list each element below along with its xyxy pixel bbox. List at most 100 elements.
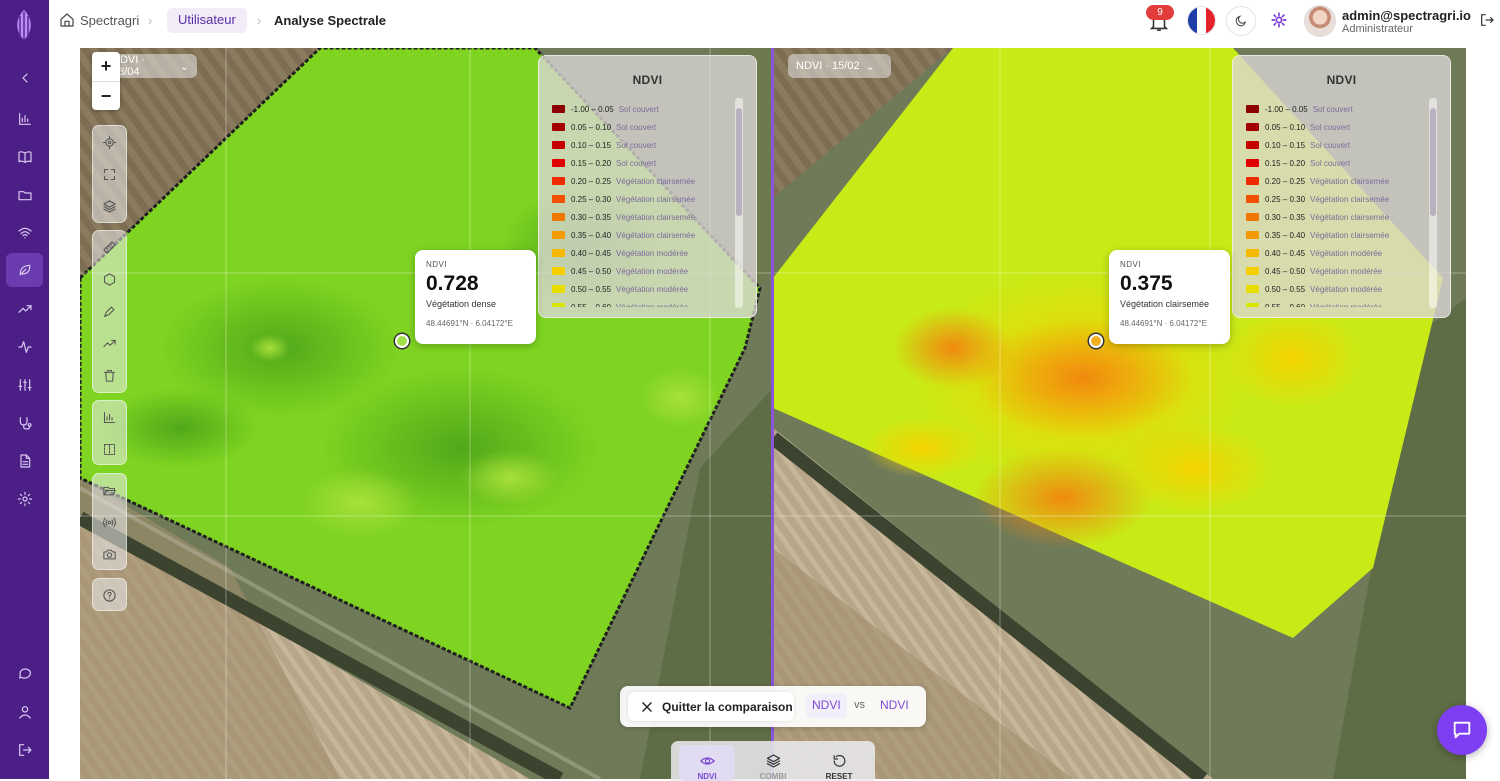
activity-icon[interactable] bbox=[11, 333, 38, 360]
legend-row: 0.30 – 0.35 Végétation clairsemée bbox=[552, 208, 732, 226]
legend-range: 0.35 – 0.40 bbox=[1265, 230, 1306, 240]
tooltip-value: 0.728 bbox=[426, 272, 479, 295]
sensor-button[interactable] bbox=[93, 506, 126, 538]
legend-list[interactable]: -1.00 – 0.05 Sol couvert 0.05 – 0.10 Sol co… bbox=[552, 100, 732, 307]
logout-icon[interactable] bbox=[11, 736, 38, 763]
document-icon[interactable] bbox=[11, 447, 38, 474]
chevron-down-icon: ⌄ bbox=[865, 60, 875, 73]
legend-row: -1.00 – 0.05 Sol couvert bbox=[1246, 100, 1426, 118]
sidebar bbox=[0, 0, 49, 779]
compare-left-index[interactable]: NDVI bbox=[806, 694, 847, 718]
stethoscope-icon[interactable] bbox=[11, 409, 38, 436]
compare-right-index[interactable]: NDVI bbox=[874, 694, 915, 718]
camera-button[interactable] bbox=[93, 538, 126, 570]
legend-range: 0.35 – 0.40 bbox=[571, 230, 612, 240]
legend-class: Sol couvert bbox=[616, 158, 657, 168]
notification-badge: 9 bbox=[1146, 5, 1174, 20]
legend-class: Sol couvert bbox=[1310, 158, 1351, 168]
layers-button[interactable] bbox=[93, 190, 126, 222]
trend-button[interactable] bbox=[93, 327, 126, 359]
legend-range: 0.55 – 0.60 bbox=[571, 302, 612, 308]
polygon-button[interactable] bbox=[93, 263, 126, 295]
combi-view-button[interactable]: COMBI bbox=[745, 745, 801, 781]
gear-icon[interactable] bbox=[1270, 11, 1288, 29]
ndvi-view-button[interactable]: NDVI bbox=[679, 745, 735, 781]
tooltip-value: 0.375 bbox=[1120, 272, 1173, 295]
legend-class: Végétation clairsemée bbox=[616, 176, 696, 186]
crosshair-icon bbox=[102, 135, 117, 149]
zoom-out-button[interactable]: − bbox=[92, 81, 120, 110]
legend-row: 0.40 – 0.45 Végétation modérée bbox=[552, 244, 732, 262]
legend-class: Végétation clairsemée bbox=[1310, 194, 1390, 204]
moon-icon bbox=[1235, 15, 1246, 27]
pen-button[interactable] bbox=[93, 295, 126, 327]
compare-button[interactable] bbox=[93, 433, 126, 465]
stats-button[interactable] bbox=[93, 401, 126, 433]
message-icon bbox=[1453, 721, 1471, 739]
folder-icon[interactable] bbox=[11, 181, 38, 208]
legend-row: 0.45 – 0.50 Végétation modérée bbox=[1246, 262, 1426, 280]
legend-class: Sol couvert bbox=[616, 122, 657, 132]
collapse-sidebar-icon[interactable] bbox=[11, 64, 38, 91]
legend-row: 0.10 – 0.15 Sol couvert bbox=[552, 136, 732, 154]
settings-icon[interactable] bbox=[11, 485, 38, 512]
breadcrumb-root[interactable]: Spectragri bbox=[80, 13, 139, 28]
legend-scrollbar[interactable] bbox=[1429, 98, 1437, 308]
ruler-icon bbox=[103, 240, 116, 254]
legend-class: Végétation modérée bbox=[616, 248, 689, 258]
legend-swatch bbox=[1246, 123, 1259, 131]
compare-divider-handle[interactable] bbox=[771, 48, 774, 779]
ruler-button[interactable] bbox=[93, 231, 126, 263]
chat-icon[interactable] bbox=[11, 660, 38, 687]
map-pin-left[interactable] bbox=[395, 334, 409, 348]
fullscreen-button[interactable] bbox=[93, 158, 126, 190]
legend-class: Végétation modérée bbox=[1310, 284, 1383, 294]
sliders-icon[interactable] bbox=[11, 371, 38, 398]
legend-scrollbar[interactable] bbox=[735, 98, 743, 308]
legend-class: Végétation clairsemée bbox=[616, 194, 696, 204]
legend-range: 0.15 – 0.20 bbox=[571, 158, 612, 168]
reset-button[interactable]: RESET bbox=[811, 745, 867, 781]
legend-range: -1.00 – 0.05 bbox=[571, 104, 614, 114]
spectragri-logo[interactable] bbox=[10, 8, 38, 42]
legend-swatch bbox=[1246, 249, 1259, 257]
legend-swatch bbox=[552, 231, 565, 239]
user-icon[interactable] bbox=[11, 698, 38, 725]
book-icon[interactable] bbox=[11, 143, 38, 170]
leaf-icon[interactable] bbox=[6, 253, 43, 287]
legend-range: -1.00 – 0.05 bbox=[1265, 104, 1308, 114]
home-icon[interactable] bbox=[59, 12, 75, 28]
legend-class: Végétation modérée bbox=[1310, 266, 1383, 276]
wifi-icon[interactable] bbox=[11, 219, 38, 246]
trending-icon[interactable] bbox=[11, 295, 38, 322]
legend-swatch bbox=[552, 105, 565, 113]
legend-swatch bbox=[552, 213, 565, 221]
help-button[interactable] bbox=[93, 579, 126, 611]
locate-button[interactable] bbox=[93, 126, 126, 158]
map-pin-right[interactable] bbox=[1089, 334, 1103, 348]
chat-fab-button[interactable] bbox=[1437, 705, 1487, 755]
avatar[interactable] bbox=[1304, 5, 1336, 37]
help-icon bbox=[103, 588, 116, 602]
legend-swatch bbox=[552, 141, 565, 149]
quit-compare-button[interactable]: Quitter la comparaison bbox=[628, 692, 794, 721]
legend-row: 0.55 – 0.60 Végétation modérée bbox=[1246, 298, 1426, 307]
legend-range: 0.05 – 0.10 bbox=[1265, 122, 1306, 132]
date-select-right-value: NDVI · 15/02 bbox=[796, 60, 860, 72]
date-select-right[interactable]: NDVI · 15/02 ⌄ bbox=[788, 54, 891, 78]
open-folder-button[interactable] bbox=[93, 474, 126, 506]
delete-button[interactable] bbox=[93, 359, 126, 391]
logout-icon[interactable] bbox=[1479, 12, 1495, 28]
legend-row: 0.50 – 0.55 Végétation modérée bbox=[1246, 280, 1426, 298]
zoom-in-button[interactable]: + bbox=[92, 52, 120, 81]
theme-toggle-button[interactable] bbox=[1226, 6, 1256, 36]
language-flag-icon[interactable] bbox=[1187, 6, 1216, 35]
legend-list[interactable]: -1.00 – 0.05 Sol couvert 0.05 – 0.10 Sol co… bbox=[1246, 100, 1426, 307]
legend-class: Végétation modérée bbox=[616, 266, 689, 276]
legend-range: 0.20 – 0.25 bbox=[1265, 176, 1306, 186]
chart-icon[interactable] bbox=[11, 105, 38, 132]
tooltip-class: Végétation dense bbox=[426, 299, 497, 309]
legend-class: Sol couvert bbox=[618, 104, 659, 114]
breadcrumb-section[interactable]: Utilisateur bbox=[167, 8, 247, 33]
legend-swatch bbox=[1246, 141, 1259, 149]
